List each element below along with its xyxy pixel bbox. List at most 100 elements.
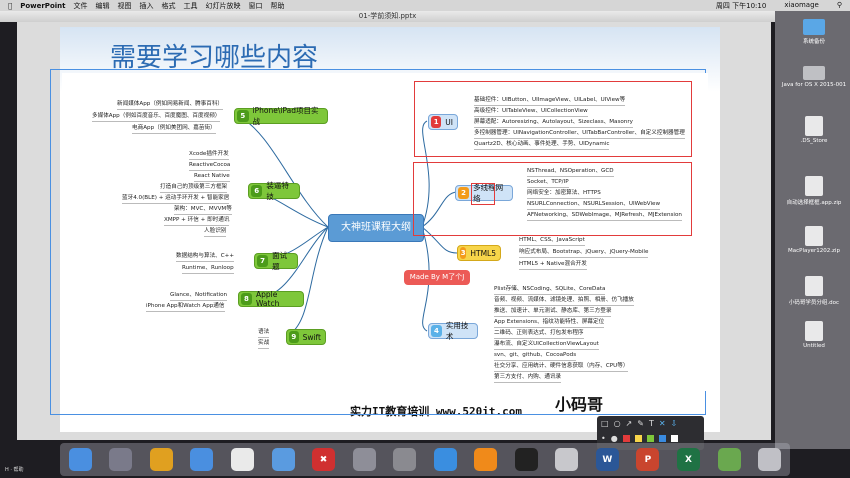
menu-format[interactable]: 格式 xyxy=(161,1,175,11)
topic-label: 装逼特技 xyxy=(266,181,289,201)
topic-apple-watch[interactable]: 8 Apple Watch xyxy=(238,290,304,308)
menu-user[interactable]: xiaomage xyxy=(784,1,819,11)
annotation-rect-network-topic[interactable] xyxy=(471,183,495,205)
menu-help[interactable]: 帮助 xyxy=(270,1,284,11)
desktop-item[interactable]: 自动选择框框.app.zip xyxy=(779,176,849,206)
notes-icon[interactable] xyxy=(271,448,295,471)
topic-label: 面试题 xyxy=(272,251,288,271)
leaf-item: 多媒体App（例如百度音乐、百度魔图、百度视频） xyxy=(92,112,221,122)
color-swatch[interactable] xyxy=(670,435,678,442)
window-titlebar[interactable]: 01-学前须知.pptx xyxy=(0,11,775,22)
launchpad-icon[interactable] xyxy=(109,448,133,471)
menu-window[interactable]: 窗口 xyxy=(248,1,262,11)
annotation-rect-ui[interactable] xyxy=(414,81,692,157)
menu-view[interactable]: 视图 xyxy=(117,1,131,11)
keynote-icon[interactable] xyxy=(352,448,376,471)
settings-icon[interactable] xyxy=(393,448,417,471)
size-medium-icon[interactable]: ● xyxy=(611,434,618,443)
finder-icon[interactable] xyxy=(68,448,92,471)
color-swatch[interactable] xyxy=(658,435,666,442)
desktop-item[interactable]: Untitled xyxy=(779,321,849,349)
annotation-rect-network[interactable] xyxy=(413,162,692,236)
topic-label: HTML5 xyxy=(470,248,496,258)
xmind-icon[interactable]: ✖ xyxy=(312,448,336,471)
topic-swift[interactable]: 9 Swift xyxy=(286,329,326,345)
leaf-item: 蓝牙4.0(BLE) + 运动手环开发 + 智能家居 xyxy=(122,194,230,204)
menu-app-name[interactable]: PowerPoint xyxy=(20,2,65,10)
color-swatch[interactable] xyxy=(634,435,642,442)
preview-icon[interactable] xyxy=(555,448,579,471)
leaf-item: 二维码、正则表达式、打包发布程序 xyxy=(494,329,584,339)
powerpoint-icon[interactable]: P xyxy=(636,448,660,471)
status-text: H · 帮助 xyxy=(5,467,24,473)
color-swatch[interactable] xyxy=(646,435,654,442)
menu-clock[interactable]: 周四 下午10:10 xyxy=(716,1,766,11)
photos-icon[interactable] xyxy=(717,448,741,471)
topic-number: 6 xyxy=(251,185,263,197)
terminal-icon[interactable] xyxy=(514,448,538,471)
vlc-icon[interactable] xyxy=(474,448,498,471)
leaf-item: Xcode插件开发 xyxy=(189,150,229,160)
leaf-item: 音频、视频、流媒体、滤镜处理、拍照、相册、仿飞播放 xyxy=(494,296,634,306)
ellipse-tool-icon[interactable]: ○ xyxy=(614,419,621,428)
size-small-icon[interactable]: • xyxy=(601,434,606,443)
desktop-item[interactable]: MacPlayer1202.zip xyxy=(779,226,849,254)
chrome-icon[interactable] xyxy=(149,448,173,471)
color-swatch[interactable] xyxy=(622,435,630,442)
made-by-badge: Made By M了个J xyxy=(404,270,470,285)
topic-practical-tech[interactable]: 4 实用技术 xyxy=(428,321,478,341)
safari-icon[interactable] xyxy=(433,448,457,471)
mail-icon[interactable] xyxy=(190,448,214,471)
leaf-item: 人脸识别 xyxy=(204,227,227,237)
trash-icon[interactable] xyxy=(758,448,782,471)
leaf-item: 推送、加速计、单元测试、静态库、第三方登录 xyxy=(494,307,612,317)
menu-tools[interactable]: 工具 xyxy=(183,1,197,11)
leaf-item: HTML、CSS、JavaScript xyxy=(519,236,585,246)
leaf-item: 数据结构与算法、C++ xyxy=(176,252,235,262)
arrow-tool-icon[interactable]: ↗ xyxy=(626,419,633,428)
leaf-item: Runtime、Runloop xyxy=(182,264,234,274)
leaf-item: App Extensions、指纹功能特性、屏幕定位 xyxy=(494,318,605,328)
desktop-item[interactable]: 小码哥学员分组.doc xyxy=(779,276,849,306)
leaf-item: 打造自己的顶级第三方框架 xyxy=(160,183,228,193)
close-icon[interactable]: ✕ xyxy=(659,419,666,428)
mindmap-center[interactable]: 大神班课程大纲 xyxy=(328,214,424,242)
desktop-item[interactable]: .DS_Store xyxy=(779,116,849,144)
topic-html5[interactable]: 3 HTML5 xyxy=(457,245,501,261)
dock: ✖ W P X xyxy=(60,443,790,476)
topic-interview[interactable]: 7 面试题 xyxy=(254,251,298,271)
leaf-item: ReactiveCocoa xyxy=(189,161,231,171)
pen-tool-icon[interactable]: ✎ xyxy=(637,419,644,428)
leaf-item: HTML5 + Native混合开发 xyxy=(519,260,587,270)
leaf-item: 第三方支付、内购、通讯录 xyxy=(494,373,562,383)
menu-file[interactable]: 文件 xyxy=(73,1,87,11)
leaf-item: 架构：MVC、MVVM等 xyxy=(174,205,232,215)
text-tool-icon[interactable]: T xyxy=(649,419,654,428)
leaf-item: iPhone App和Watch App通信 xyxy=(146,302,225,312)
topic-number: 4 xyxy=(431,325,442,337)
desktop-item[interactable]: Java for OS X 2015-001 xyxy=(779,66,849,88)
leaf-item: React Native xyxy=(194,172,230,182)
leaf-item: Glance、Notification xyxy=(170,291,228,301)
apple-icon[interactable]:  xyxy=(8,2,12,10)
menu-slideshow[interactable]: 幻灯片放映 xyxy=(205,1,240,11)
menu-insert[interactable]: 插入 xyxy=(139,1,153,11)
excel-icon[interactable]: X xyxy=(676,448,700,471)
calendar-icon[interactable] xyxy=(230,448,254,471)
word-icon[interactable]: W xyxy=(595,448,619,471)
search-icon[interactable]: ⚲ xyxy=(837,1,842,11)
leaf-item: 语法 xyxy=(258,328,270,338)
menu-bar:  PowerPoint 文件 编辑 视图 插入 格式 工具 幻灯片放映 窗口 … xyxy=(0,0,850,11)
disk-image-icon xyxy=(803,66,825,80)
menu-edit[interactable]: 编辑 xyxy=(95,1,109,11)
leaf-item: 实战 xyxy=(258,339,270,349)
topic-tricks[interactable]: 6 装逼特技 xyxy=(248,181,300,201)
leaf-item: 电商App（例如美团网、嘉苗街） xyxy=(132,124,216,134)
topic-iphone-ipad[interactable]: 5 iPhone\iPad项目实战 xyxy=(234,106,328,126)
folder-icon xyxy=(803,19,825,35)
file-icon xyxy=(805,116,823,136)
rectangle-tool-icon[interactable]: □ xyxy=(601,419,609,428)
desktop-area: 系统备份 Java for OS X 2015-001 .DS_Store 自动… xyxy=(775,11,850,449)
download-icon[interactable]: ⇩ xyxy=(671,419,678,428)
desktop-item[interactable]: 系统备份 xyxy=(779,19,849,45)
